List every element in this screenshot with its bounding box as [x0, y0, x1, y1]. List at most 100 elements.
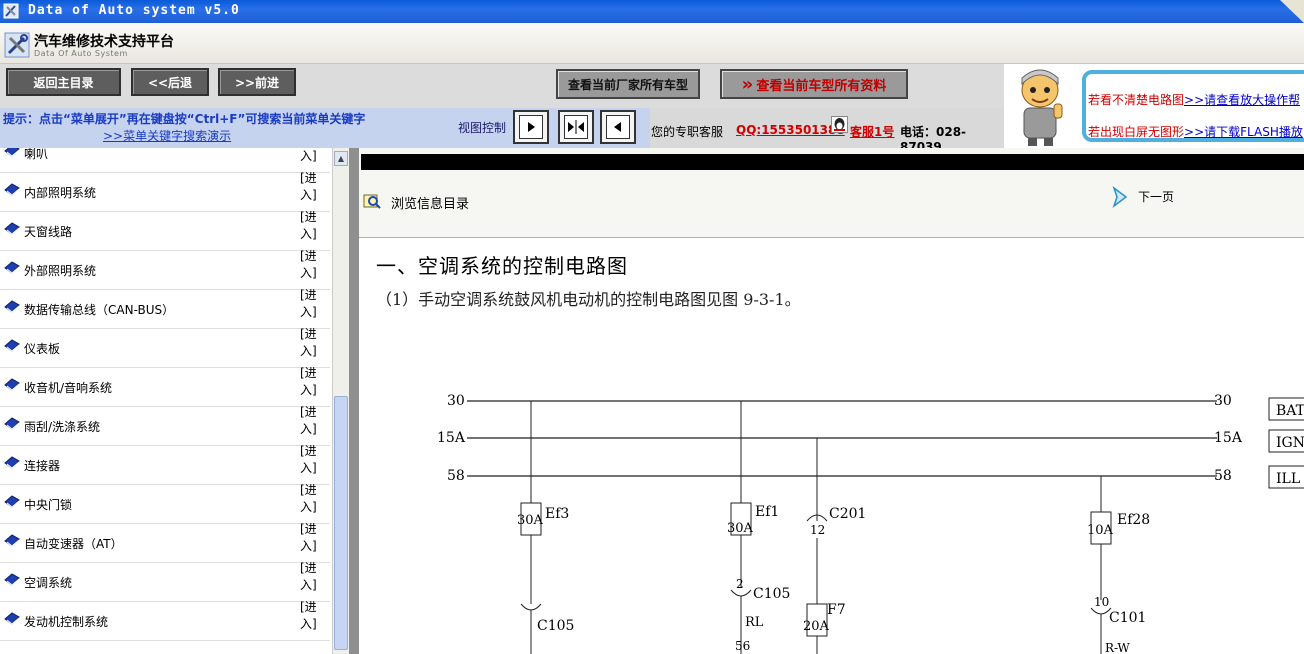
sidebar-enter-link[interactable]: [进入]	[300, 599, 326, 633]
rail-tag: BAT	[1276, 403, 1304, 419]
browse-catalog-link[interactable]: 浏览信息目录	[391, 193, 469, 212]
double-chevron-right-icon: »	[741, 73, 754, 95]
wrench-screwdriver-logo-icon	[4, 32, 30, 58]
fuse-name: Ef1	[755, 504, 779, 520]
wire-label: 56	[735, 639, 750, 653]
sidebar-menu-item[interactable]: 发动机控制系统 [进入]	[0, 599, 330, 641]
sidebar-menu-item[interactable]: 喇叭 [进入]	[0, 148, 330, 173]
forward-button[interactable]: >>前进	[218, 68, 296, 96]
sidebar-enter-link[interactable]: [进入]	[300, 482, 326, 516]
blue-book-icon	[4, 339, 20, 352]
search-hint: 提示：点击“菜单展开”再在键盘按“Ctrl+F”可搜索当前菜单关键字	[3, 112, 366, 126]
fuse-rating: 30A	[517, 513, 544, 528]
sidebar-enter-link[interactable]: [进入]	[300, 326, 326, 360]
blue-book-icon	[4, 495, 20, 508]
fuse-name: Ef3	[545, 506, 569, 522]
sidebar-menu-item[interactable]: 自动变速器（AT） [进入]	[0, 521, 330, 563]
sidebar-enter-link[interactable]: [进入]	[300, 170, 326, 204]
back-button-label: <<后退	[147, 75, 193, 90]
sidebar-enter-link[interactable]: [进入]	[300, 404, 326, 438]
toolbar: 返回主目录 <<后退 >>前进 查看当前厂家所有车型 » 查看当前车型所有资料	[0, 64, 1004, 108]
connector-pin: 10	[1094, 595, 1109, 609]
mechanic-mascot-icon	[1004, 64, 1076, 148]
help-line-2: 若出现白屏无图形>>请下载FLASH播放	[1088, 123, 1303, 140]
scroll-thumb[interactable]	[334, 396, 348, 650]
document-paragraph: （1）手动空调系统鼓风机电动机的控制电路图见图 9-3-1。	[376, 290, 801, 309]
fuse-rating: 30A	[727, 521, 754, 536]
sidebar-menu: 喇叭[进入]内部照明系统[进入]天窗线路[进入]外部照明系统[进入]数据传输总线…	[0, 148, 332, 654]
rail-tag: ILL	[1276, 471, 1300, 487]
back-button[interactable]: <<后退	[131, 68, 209, 96]
rail-label-left: 58	[447, 468, 465, 484]
sidebar-enter-link[interactable]: [进入]	[300, 248, 326, 282]
document-heading: 一、空调系统的控制电路图	[376, 254, 628, 278]
sidebar-enter-link[interactable]: [进入]	[300, 209, 326, 243]
rail-label-right: 15A	[1214, 430, 1243, 446]
all-vendor-models-button[interactable]: 查看当前厂家所有车型	[556, 69, 700, 99]
split-arrows-icon	[564, 115, 588, 139]
brand-row: 汽车维修技术支持平台 Data Of Auto System	[0, 23, 1304, 64]
help-box: 若看不清楚电路图>>请查看放大操作帮 若出现白屏无图形>>请下载FLASH播放	[1076, 64, 1304, 148]
pane-splitter[interactable]	[349, 148, 359, 654]
connector-name: C201	[829, 506, 866, 522]
sidebar-item-label: 雨刮/洗涤系统	[24, 420, 101, 434]
view-expand-left-button[interactable]	[600, 110, 636, 144]
flash-download-link[interactable]: >>请下载FLASH播放	[1184, 125, 1303, 139]
sidebar-scrollbar[interactable]: ▲	[332, 148, 350, 654]
sidebar-menu-item[interactable]: 雨刮/洗涤系统 [进入]	[0, 404, 330, 446]
view-expand-right-button[interactable]	[513, 110, 549, 144]
connector-pin: 12	[810, 523, 825, 537]
service-qq-link[interactable]: QQ:1553501388	[736, 123, 845, 137]
sidebar-item-label: 收音机/音响系统	[24, 381, 113, 395]
content-header-bar	[361, 154, 1304, 170]
window-title: Data of Auto system v5.0	[28, 3, 240, 18]
sidebar-menu-item[interactable]: 连接器 [进入]	[0, 443, 330, 485]
rail-label-right: 30	[1214, 393, 1232, 409]
sidebar-enter-link[interactable]: [进入]	[300, 560, 326, 594]
brand-name: 汽车维修技术支持平台	[34, 34, 174, 50]
search-demo-link[interactable]: >>菜单关键字搜索演示	[103, 127, 231, 144]
blue-book-icon	[4, 148, 20, 157]
fuse-name: Ef28	[1117, 512, 1150, 528]
sidebar-enter-link[interactable]: [进入]	[300, 148, 326, 165]
fuse-rating: 20A	[803, 619, 830, 634]
sidebar-menu-item[interactable]: 收音机/音响系统 [进入]	[0, 365, 330, 407]
sidebar-enter-link[interactable]: [进入]	[300, 521, 326, 555]
sidebar-menu-item[interactable]: 内部照明系统 [进入]	[0, 170, 330, 212]
sidebar-menu-item[interactable]: 天窗线路 [进入]	[0, 209, 330, 251]
zoom-help-link[interactable]: >>请查看放大操作帮	[1184, 93, 1300, 107]
qq-penguin-icon[interactable]	[831, 116, 848, 133]
sidebar-enter-link[interactable]: [进入]	[300, 287, 326, 321]
sidebar-item-label: 空调系统	[24, 576, 73, 590]
home-button[interactable]: 返回主目录	[6, 68, 121, 96]
sidebar-enter-link[interactable]: [进入]	[300, 443, 326, 477]
sidebar-item-label: 中央门锁	[24, 498, 73, 512]
all-model-data-button[interactable]: » 查看当前车型所有资料	[720, 69, 908, 99]
rail-label-left: 15A	[437, 430, 466, 446]
help-line-1-text: 若看不清楚电路图	[1088, 93, 1185, 107]
sidebar-menu-item[interactable]: 数据传输总线（CAN-BUS） [进入]	[0, 287, 330, 329]
fuse-rating: 10A	[1087, 523, 1114, 538]
sidebar-menu-item[interactable]: 仪表板 [进入]	[0, 326, 330, 368]
arrow-left-icon	[606, 115, 630, 139]
sidebar-item-label: 喇叭	[24, 148, 49, 161]
rail-label-right: 58	[1214, 468, 1232, 484]
next-page-link[interactable]: 下一页	[1138, 188, 1174, 205]
service-agent-link[interactable]: 客服1号	[850, 123, 894, 140]
blue-book-icon	[4, 534, 20, 547]
sidebar-menu-item[interactable]: 外部照明系统 [进入]	[0, 248, 330, 290]
sidebar-menu-item[interactable]: 空调系统 [进入]	[0, 560, 330, 602]
view-split-button[interactable]	[558, 110, 594, 144]
sidebar-item-label: 自动变速器（AT）	[24, 537, 123, 551]
next-arrow-icon[interactable]	[1111, 185, 1129, 209]
scroll-up-icon[interactable]: ▲	[334, 151, 348, 166]
arrow-right-icon	[519, 115, 543, 139]
browse-catalog-icon[interactable]	[363, 192, 381, 210]
wire-label: R-W	[1105, 641, 1130, 654]
document-viewer: 一、空调系统的控制电路图 （1）手动空调系统鼓风机电动机的控制电路图见图 9-3…	[359, 238, 1304, 654]
all-vendor-models-label: 查看当前厂家所有车型	[567, 77, 688, 92]
content-pane: 浏览信息目录 下一页 一、空调系统的控制电路图 （1）手动空调系统鼓风机电动机的…	[359, 148, 1304, 654]
sidebar-enter-link[interactable]: [进入]	[300, 365, 326, 399]
wire-label: RL	[745, 615, 764, 630]
sidebar-menu-item[interactable]: 中央门锁 [进入]	[0, 482, 330, 524]
